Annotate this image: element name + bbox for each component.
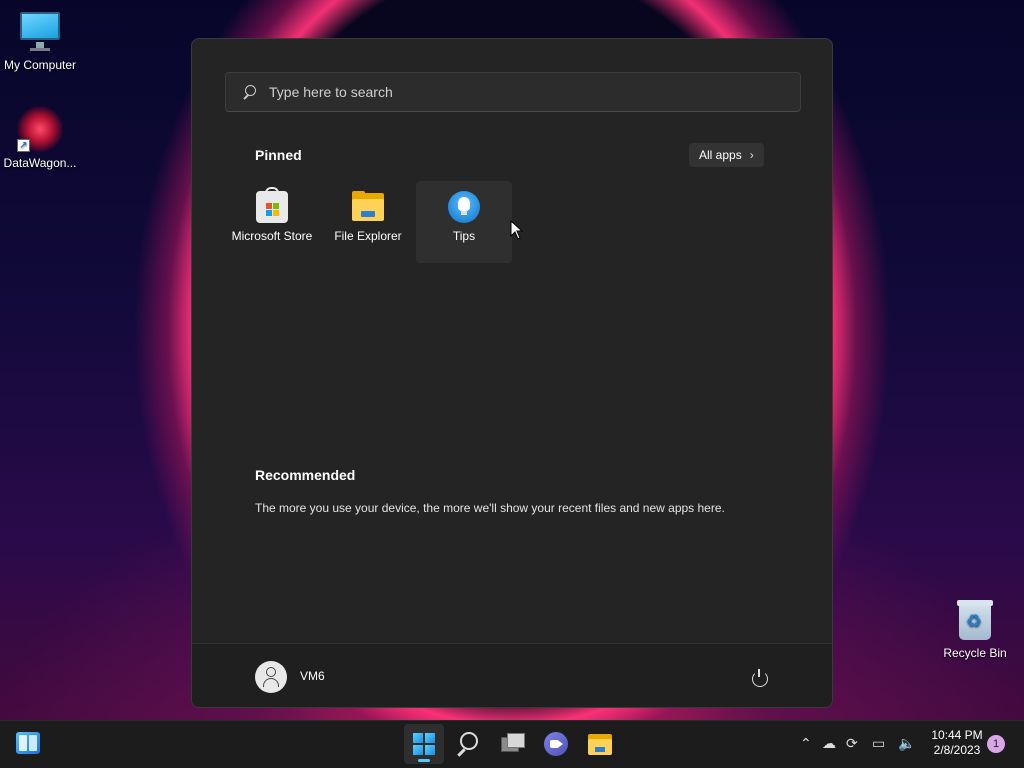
taskbar-search-icon[interactable] xyxy=(448,724,488,764)
taskbar-file-explorer-icon[interactable] xyxy=(580,724,620,764)
datawagon-icon: ↗ xyxy=(17,106,63,152)
search-input[interactable]: Type here to search xyxy=(225,72,801,112)
desktop-icon-label: My Computer xyxy=(3,58,77,72)
update-status-icon[interactable]: ⟳ xyxy=(846,732,858,754)
pinned-app-label: Tips xyxy=(452,229,476,243)
chevron-right-icon: › xyxy=(749,148,754,162)
desktop-icon-my-computer[interactable]: My Computer xyxy=(0,10,80,72)
power-icon[interactable] xyxy=(750,668,768,687)
recommended-empty-text: The more you use your device, the more w… xyxy=(255,501,725,515)
search-icon xyxy=(241,84,257,100)
pinned-app-tips[interactable]: Tips xyxy=(416,181,512,263)
clock-time: 10:44 PM xyxy=(931,728,983,742)
tray-overflow-chevron-icon[interactable]: ⌃ xyxy=(800,732,812,754)
desktop-icon-label: Recycle Bin xyxy=(943,646,1007,660)
pinned-app-label: Microsoft Store xyxy=(231,229,313,243)
monitor-icon xyxy=(18,10,62,54)
start-footer: VM6 xyxy=(192,643,832,707)
network-icon[interactable]: ▭ xyxy=(872,732,885,754)
recycle-bin-icon: ♻ xyxy=(955,598,995,642)
tips-icon xyxy=(448,191,480,223)
recommended-title: Recommended xyxy=(255,467,356,483)
desktop-icon-datawagon[interactable]: ↗ DataWagon... xyxy=(0,106,80,170)
user-avatar-icon[interactable] xyxy=(255,661,287,693)
all-apps-label: All apps xyxy=(699,148,742,162)
onedrive-offline-icon[interactable]: ☁ xyxy=(822,732,836,754)
widgets-icon[interactable] xyxy=(16,732,40,754)
chat-button[interactable] xyxy=(536,724,576,764)
desktop-icon-label: DataWagon... xyxy=(3,156,77,170)
windows-logo-icon xyxy=(413,733,435,755)
pinned-app-label: File Explorer xyxy=(334,229,402,243)
notification-badge[interactable]: 1 xyxy=(987,735,1005,753)
chat-icon xyxy=(544,732,568,756)
pinned-app-file-explorer[interactable]: File Explorer xyxy=(320,181,416,263)
task-view-icon[interactable] xyxy=(492,724,532,764)
pinned-title: Pinned xyxy=(255,147,302,163)
folder-icon xyxy=(352,191,384,223)
all-apps-button[interactable]: All apps › xyxy=(689,143,764,167)
start-button[interactable] xyxy=(404,724,444,764)
pinned-app-microsoft-store[interactable]: Microsoft Store xyxy=(224,181,320,263)
taskbar-clock[interactable]: 10:44 PM 2/8/2023 xyxy=(926,728,988,758)
desktop-icon-recycle-bin[interactable]: ♻ Recycle Bin xyxy=(935,598,1015,660)
clock-date: 2/8/2023 xyxy=(933,743,981,757)
search-placeholder: Type here to search xyxy=(269,84,393,100)
store-icon xyxy=(256,187,288,223)
start-menu: Type here to search Pinned All apps › Mi… xyxy=(191,38,833,708)
user-name[interactable]: VM6 xyxy=(300,669,325,683)
volume-icon[interactable]: 🔈 xyxy=(898,732,915,754)
